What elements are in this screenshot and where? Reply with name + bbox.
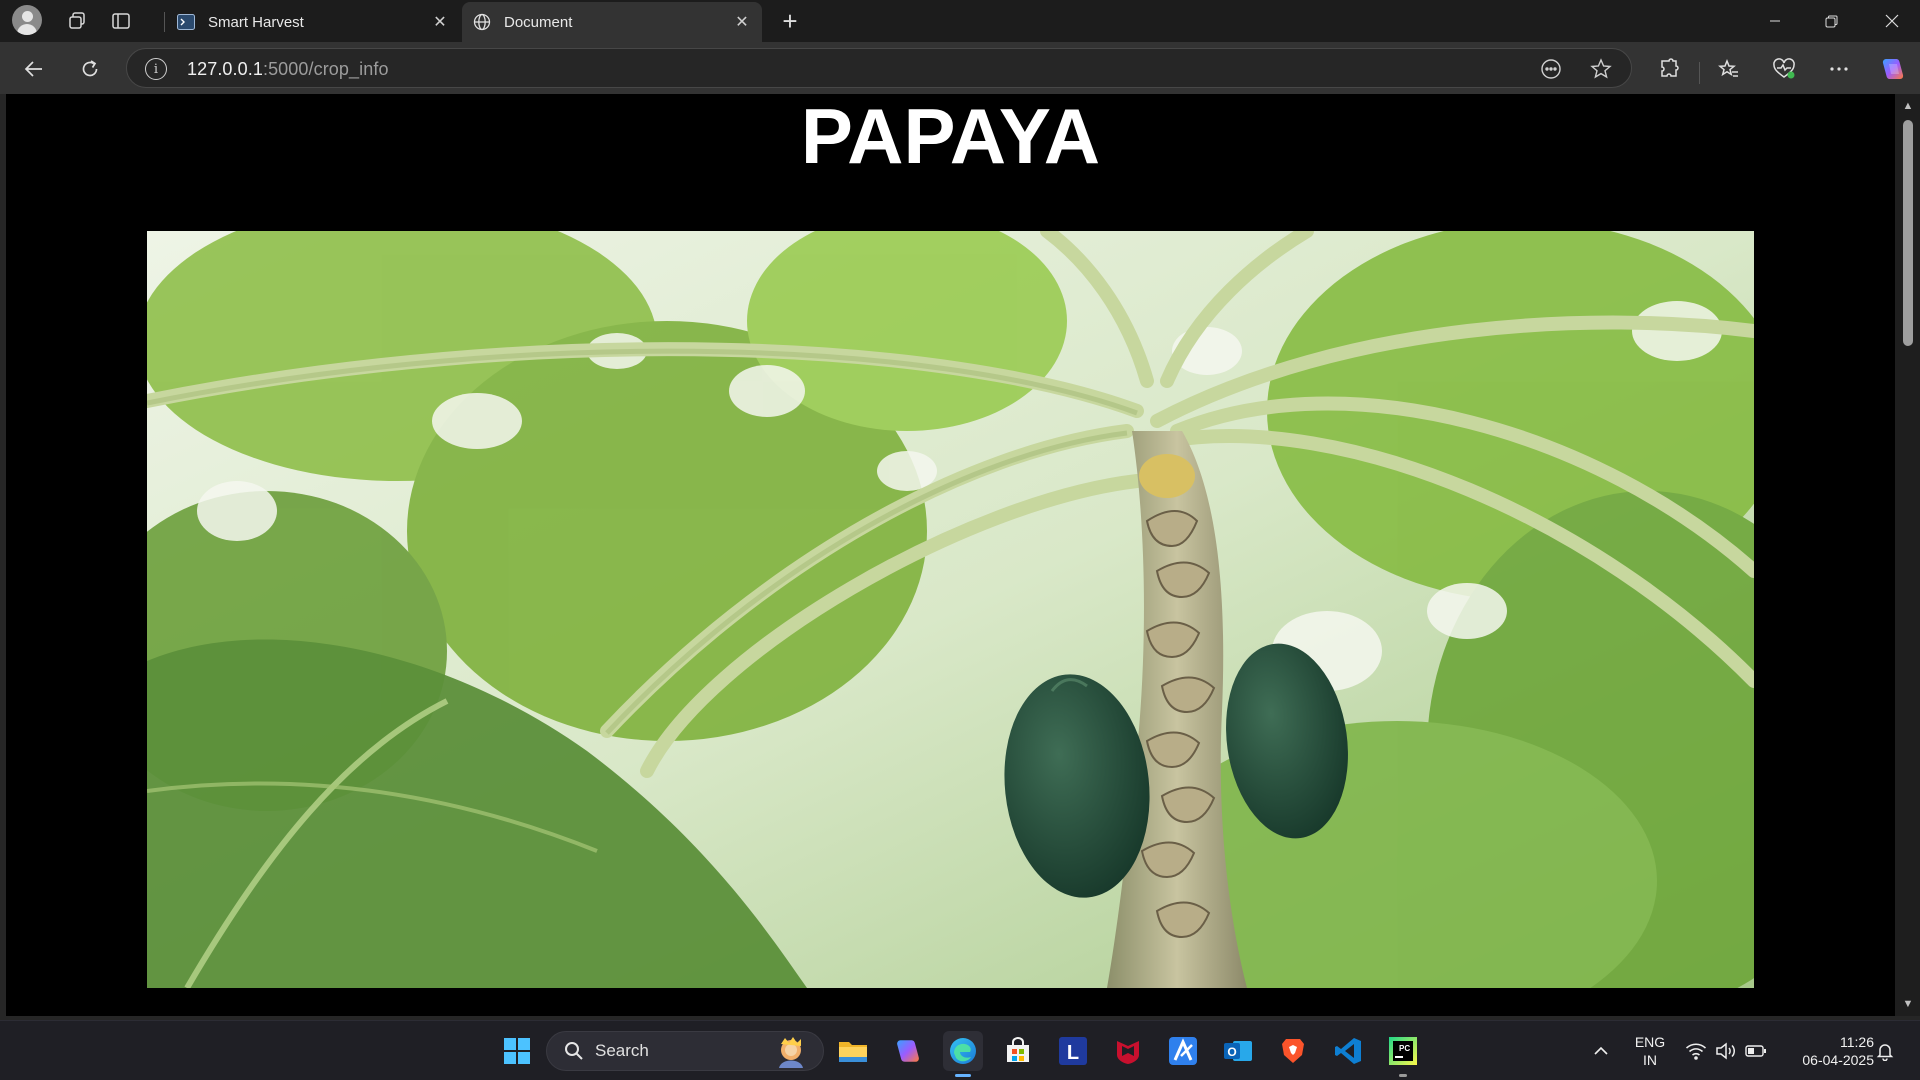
url-text[interactable]: 127.0.0.1:5000/crop_info (187, 59, 389, 80)
svg-text:L: L (1067, 1042, 1079, 1064)
browser-essentials-icon[interactable] (1767, 52, 1801, 86)
taskbar-search-box[interactable]: Search (546, 1031, 824, 1071)
microsoft-store-icon[interactable] (998, 1031, 1038, 1071)
minimize-icon[interactable] (1747, 0, 1803, 42)
favorite-star-icon[interactable] (1589, 57, 1613, 81)
close-tab-icon[interactable]: ✕ (426, 8, 454, 36)
crop-image (147, 231, 1754, 988)
globe-icon (472, 12, 492, 32)
tab-smart-harvest[interactable]: Smart Harvest ✕ (166, 2, 460, 42)
wifi-icon[interactable] (1685, 1040, 1707, 1062)
scrollbar-thumb[interactable] (1903, 120, 1913, 346)
search-icon (563, 1040, 585, 1062)
new-tab-button[interactable]: + (775, 6, 805, 36)
profile-avatar[interactable] (12, 5, 42, 35)
site-info-icon[interactable]: i (145, 58, 167, 80)
tab-title: Smart Harvest (208, 13, 304, 31)
close-window-icon[interactable] (1864, 0, 1920, 42)
more-options-icon[interactable] (1822, 52, 1856, 86)
language-code: ENG (1634, 1034, 1666, 1050)
copilot-icon[interactable] (1876, 52, 1910, 86)
browser-titlebar: Smart Harvest ✕ Document ✕ + (0, 0, 1920, 42)
file-explorer-icon[interactable] (833, 1031, 873, 1071)
pycharm-icon[interactable]: PC (1383, 1031, 1423, 1077)
favorites-icon[interactable] (1712, 52, 1746, 86)
brave-browser-icon[interactable] (1273, 1031, 1313, 1071)
battery-icon[interactable] (1745, 1040, 1767, 1062)
tab-separator (164, 12, 165, 32)
extensions-icon[interactable] (1652, 52, 1686, 86)
region-code: IN (1643, 1052, 1657, 1068)
vertical-tabs-icon[interactable] (106, 6, 136, 36)
vscode-icon[interactable] (1328, 1031, 1368, 1071)
clock-date: 06-04-2025 (1802, 1052, 1874, 1068)
restore-icon[interactable] (1803, 0, 1859, 42)
language-indicator[interactable]: ENG IN (1630, 1033, 1670, 1069)
scroll-down-icon[interactable]: ▼ (1900, 996, 1916, 1012)
draw-app-icon[interactable] (1163, 1031, 1203, 1071)
toolbar-separator (1699, 62, 1700, 84)
reader-mode-icon[interactable] (1539, 57, 1563, 81)
tab-document[interactable]: Document ✕ (462, 2, 762, 42)
active-app-indicator (955, 1074, 971, 1077)
windows-taskbar: Search L O PC ENG IN 11:26 06-04-2025 (0, 1020, 1920, 1080)
refresh-icon[interactable] (73, 52, 107, 86)
vertical-scrollbar[interactable]: ▲ ▼ (1895, 94, 1920, 1016)
svg-text:PC: PC (1399, 1044, 1410, 1053)
browser-toolbar: i 127.0.0.1:5000/crop_info (0, 42, 1920, 94)
windows-start-icon[interactable] (497, 1031, 537, 1071)
running-app-indicator (1399, 1074, 1407, 1077)
papaya-tree-image (147, 231, 1754, 988)
address-bar[interactable]: i 127.0.0.1:5000/crop_info (126, 48, 1632, 88)
notification-bell-icon[interactable] (1874, 1040, 1896, 1062)
copilot-app-icon[interactable] (888, 1031, 928, 1071)
clock[interactable]: 11:26 06-04-2025 (1782, 1033, 1874, 1069)
search-highlight-icon (771, 1036, 811, 1068)
outlook-icon[interactable]: O (1218, 1031, 1258, 1071)
edge-browser-icon[interactable] (943, 1031, 983, 1077)
l-app-icon[interactable]: L (1053, 1031, 1093, 1071)
page-title: PAPAYA (800, 94, 1101, 180)
volume-icon[interactable] (1715, 1040, 1737, 1062)
page-viewport: PAPAYA (6, 94, 1895, 1016)
mcafee-icon[interactable] (1108, 1031, 1148, 1071)
workspaces-icon[interactable] (62, 6, 92, 36)
chevron-up-icon[interactable] (1590, 1040, 1612, 1062)
tab-title: Document (504, 13, 573, 31)
search-label: Search (595, 1041, 649, 1060)
scroll-up-icon[interactable]: ▲ (1900, 98, 1916, 114)
back-arrow-icon[interactable] (17, 52, 51, 86)
close-tab-icon[interactable]: ✕ (728, 8, 756, 36)
clock-time: 11:26 (1840, 1034, 1874, 1050)
svg-text:O: O (1227, 1045, 1236, 1059)
terminal-favicon-icon (176, 12, 196, 32)
